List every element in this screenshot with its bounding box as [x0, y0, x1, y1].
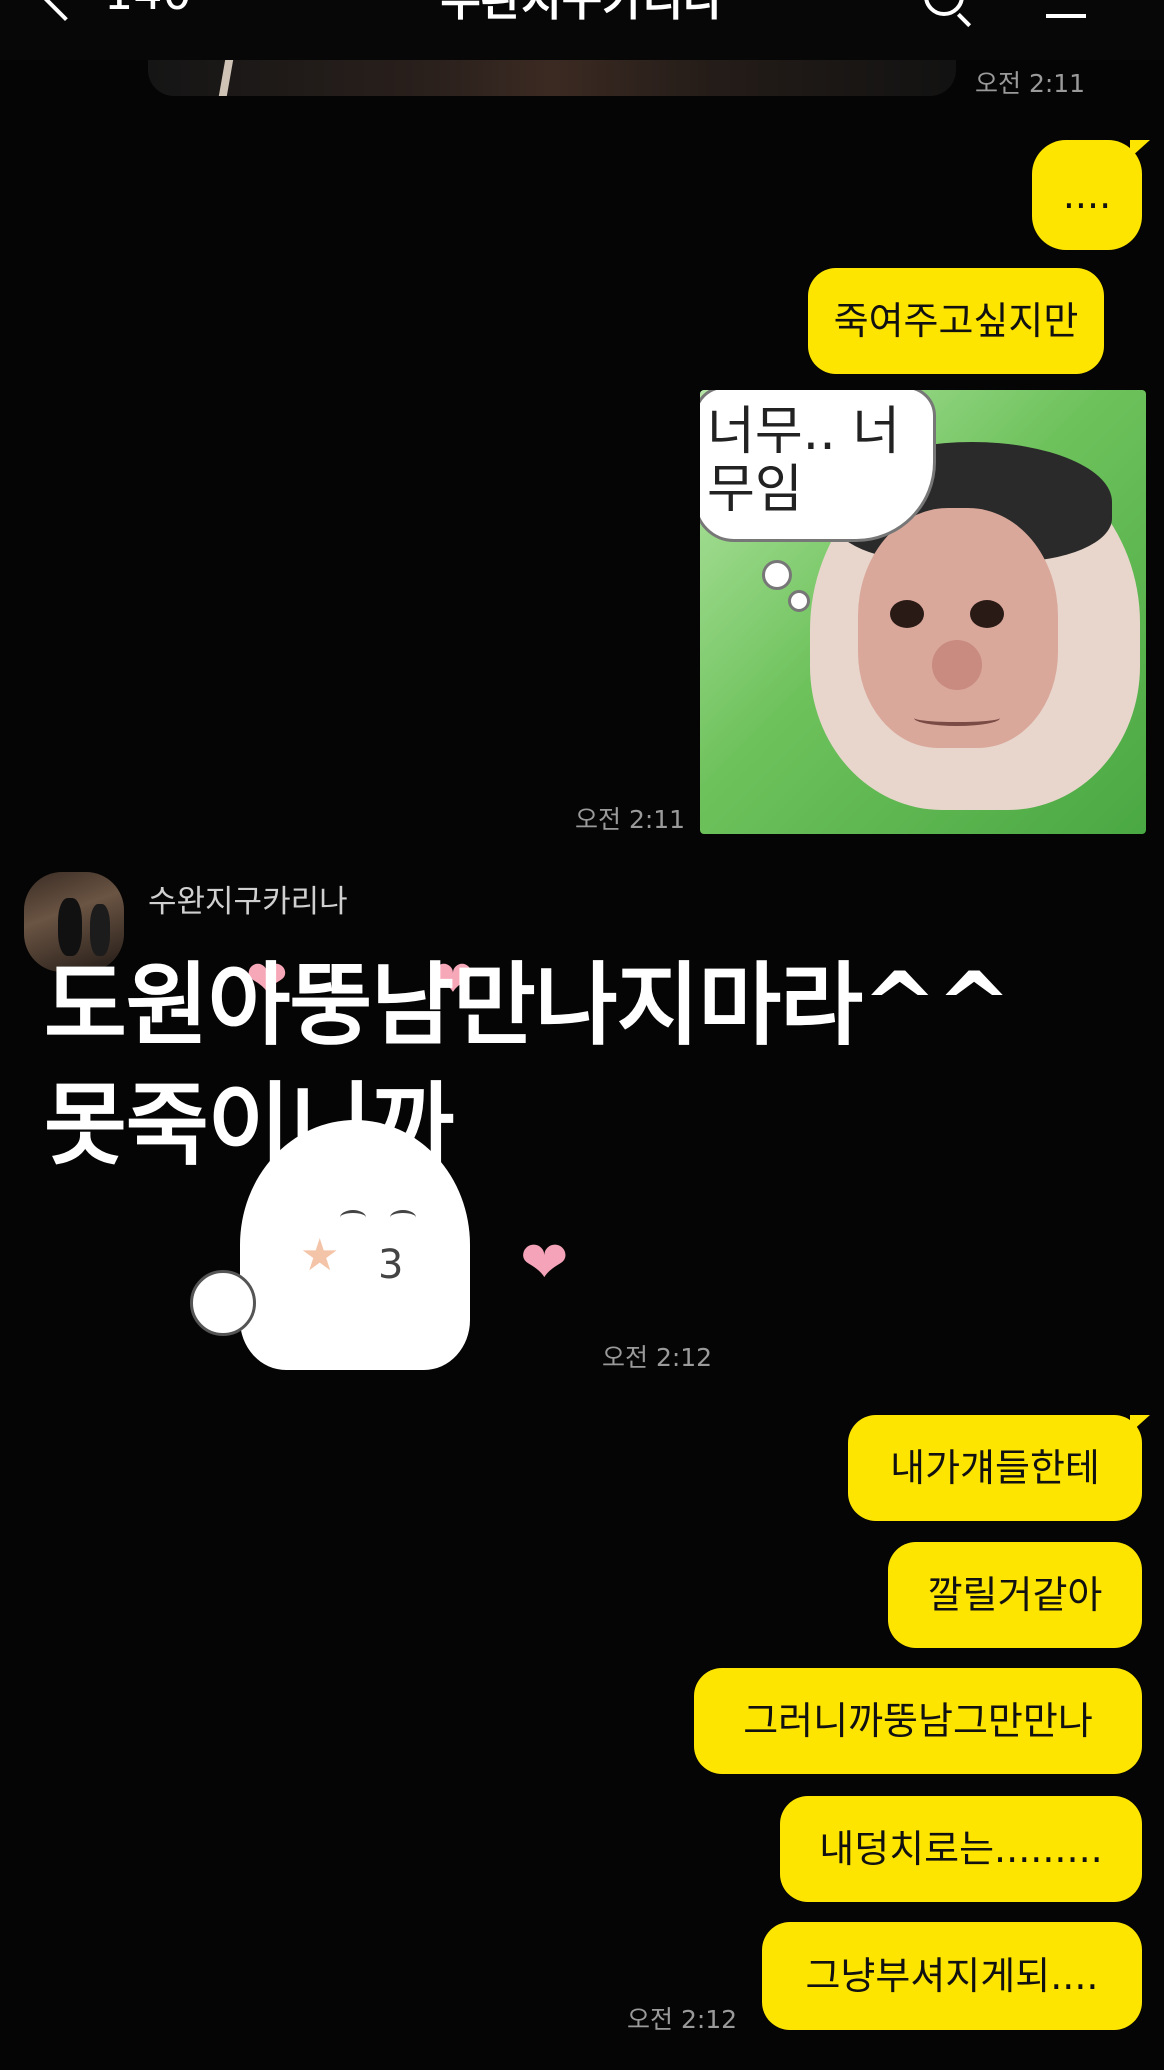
message-bubble-outgoing[interactable]: 내덩치로는.........: [780, 1796, 1142, 1902]
message-bubble-outgoing[interactable]: 내가걔들한테: [848, 1415, 1150, 1521]
sticker-caption: 너무.. 너 무임: [707, 403, 900, 519]
star-icon: ★: [300, 1230, 340, 1281]
sticker-arm: [190, 1270, 256, 1336]
timestamp: 오전 2:12: [627, 2005, 738, 2034]
monkey-sticker[interactable]: 너무.. 너 무임: [700, 390, 1146, 834]
previous-photo-message[interactable]: [148, 60, 956, 96]
timestamp: 오전 2:11: [575, 805, 686, 834]
sticker-eye: [390, 1210, 416, 1225]
kiss-lips-icon: 3: [378, 1242, 404, 1288]
message-bubble-outgoing[interactable]: 죽여주고싶지만: [808, 268, 1104, 374]
message-bubble-outgoing[interactable]: 깔릴거같아: [888, 1542, 1142, 1648]
timestamp: 오전 2:11: [975, 69, 1086, 98]
monkey-mouth: [914, 710, 1000, 726]
monkey-eye: [890, 600, 924, 628]
cute-sticker[interactable]: ★ 3 ❤: [190, 1120, 590, 1370]
thought-dot: [788, 590, 810, 612]
sticker-eye: [340, 1210, 366, 1225]
timestamp: 오전 2:12: [602, 1343, 713, 1372]
chat-header: 140 수완지구카리나: [0, 0, 1164, 60]
sender-name: 수완지구카리나: [148, 884, 348, 920]
thought-dot: [762, 560, 792, 590]
incoming-text-line1: 도원아뚱남만나지마라^^: [44, 953, 1012, 1058]
message-bubble-outgoing[interactable]: 그냥부셔지게되....: [762, 1922, 1142, 2030]
monkey-eye: [970, 600, 1004, 628]
chat-title: 수완지구카리나: [440, 0, 724, 26]
speech-cloud: 너무.. 너 무임: [700, 390, 936, 542]
sticker-caption-line2: 무임: [707, 460, 803, 520]
menu-icon[interactable]: [1046, 14, 1086, 18]
monkey-nose: [932, 640, 982, 690]
heart-icon: ❤: [520, 1228, 569, 1296]
sticker-caption-line1: 너무.. 너: [707, 402, 901, 462]
sticker-body: [240, 1120, 470, 1370]
message-bubble-outgoing[interactable]: 그러니까뚱남그만만나: [694, 1668, 1142, 1774]
message-bubble-outgoing[interactable]: ....: [1032, 140, 1150, 250]
